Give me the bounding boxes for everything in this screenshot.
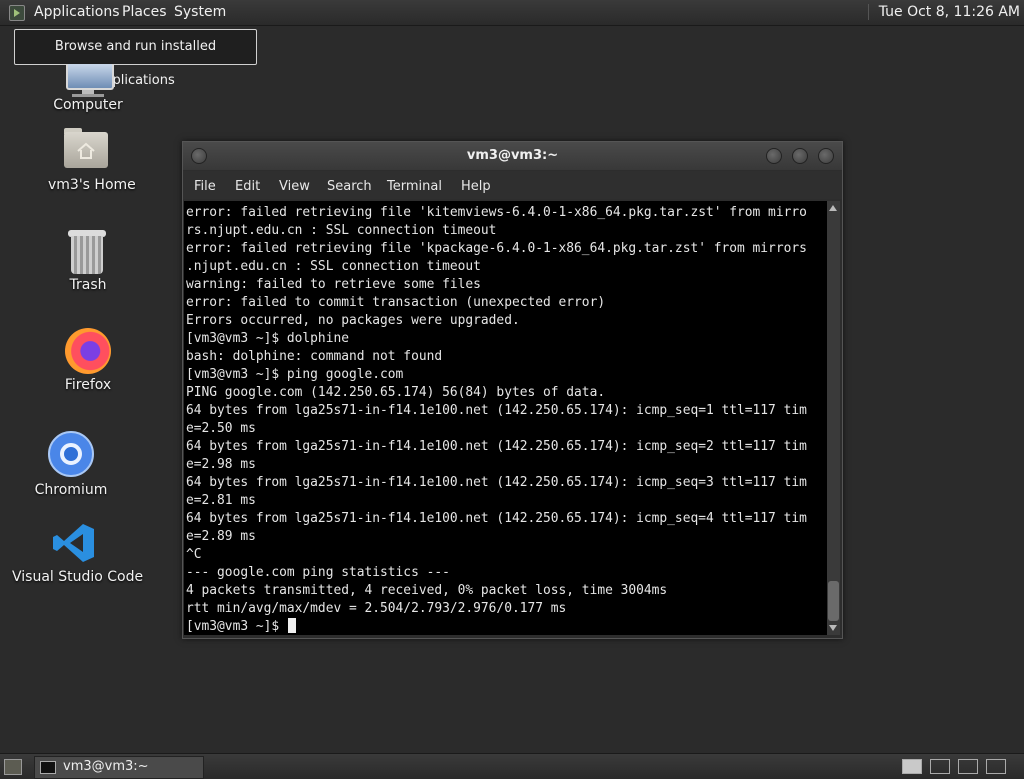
scroll-up-arrow-icon[interactable]	[829, 205, 837, 211]
trash-icon	[71, 236, 103, 274]
terminal-line: 64 bytes from lga25s71-in-f14.1e100.net …	[186, 403, 807, 418]
top-panel: Applications Places System Tue Oct 8, 11…	[0, 0, 1024, 26]
desktop-icon-home[interactable]: vm3's Home	[48, 128, 136, 198]
terminal-window[interactable]: vm3@vm3:~ File Edit View Search Terminal…	[182, 141, 843, 639]
terminal-line: rs.njupt.edu.cn : SSL connection timeout	[186, 223, 497, 238]
menu-applications[interactable]: Applications	[34, 4, 120, 20]
workspace-3[interactable]	[958, 759, 978, 774]
terminal-line: [vm3@vm3 ~]$ dolphine	[186, 331, 349, 346]
desktop-icon-label: vm3's Home	[48, 177, 136, 193]
applications-menu-icon[interactable]	[9, 5, 25, 21]
window-title: vm3@vm3:~	[466, 148, 559, 163]
vscode-icon	[53, 524, 94, 562]
terminal-line: Errors occurred, no packages were upgrad…	[186, 313, 520, 328]
terminal-line: e=2.98 ms	[186, 457, 256, 472]
terminal-line: 64 bytes from lga25s71-in-f14.1e100.net …	[186, 511, 807, 526]
scroll-thumb[interactable]	[828, 581, 839, 621]
firefox-icon	[65, 328, 111, 374]
menu-terminal[interactable]: Terminal	[387, 179, 442, 194]
menu-search[interactable]: Search	[327, 179, 372, 194]
menu-places[interactable]: Places	[122, 4, 167, 20]
terminal-line: e=2.50 ms	[186, 421, 256, 436]
terminal-line: 64 bytes from lga25s71-in-f14.1e100.net …	[186, 475, 807, 490]
terminal-line: [vm3@vm3 ~]$ ping google.com	[186, 367, 404, 382]
computer-icon	[66, 64, 114, 90]
terminal-prompt: [vm3@vm3 ~]$	[186, 619, 287, 634]
terminal-line: 64 bytes from lga25s71-in-f14.1e100.net …	[186, 439, 807, 454]
applications-tooltip: Browse and run installed applications	[14, 29, 257, 88]
clock[interactable]: Tue Oct 8, 11:26 AM	[867, 4, 1020, 20]
workspace-4[interactable]	[986, 759, 1006, 774]
terminal-line: rtt min/avg/max/mdev = 2.504/2.793/2.976…	[186, 601, 567, 616]
terminal-line: error: failed to commit transaction (une…	[186, 295, 606, 310]
terminal-line: PING google.com (142.250.65.174) 56(84) …	[186, 385, 606, 400]
terminal-line: e=2.81 ms	[186, 493, 256, 508]
desktop-icon-trash[interactable]: Trash	[53, 230, 123, 296]
menu-system[interactable]: System	[174, 4, 226, 20]
menu-edit[interactable]: Edit	[235, 179, 260, 194]
desktop-icon-label: Trash	[69, 277, 107, 293]
workspace-1[interactable]	[902, 759, 922, 774]
menu-view[interactable]: View	[279, 179, 310, 194]
desktop-icon-computer[interactable]: Computer	[53, 64, 123, 120]
close-icon[interactable]	[818, 148, 834, 164]
desktop-icon-label: Visual Studio Code	[12, 569, 144, 585]
terminal-line: e=2.89 ms	[186, 529, 256, 544]
terminal-menubar: File Edit View Search Terminal Help	[183, 171, 842, 199]
terminal-line: bash: dolphine: command not found	[186, 349, 443, 364]
menu-file[interactable]: File	[194, 179, 216, 194]
maximize-icon[interactable]	[792, 148, 808, 164]
scroll-down-arrow-icon[interactable]	[829, 625, 837, 631]
terminal-titlebar[interactable]: vm3@vm3:~	[183, 142, 842, 170]
terminal-line: error: failed retrieving file 'kitemview…	[186, 205, 807, 220]
desktop-icon-vscode[interactable]: Visual Studio Code	[12, 522, 143, 586]
bottom-panel: vm3@vm3:~	[0, 753, 1024, 779]
taskbar-item-terminal[interactable]: vm3@vm3:~	[34, 756, 204, 779]
text-cursor	[287, 618, 296, 633]
menu-help[interactable]: Help	[461, 179, 491, 194]
show-desktop-icon[interactable]	[4, 759, 22, 775]
terminal-line: error: failed retrieving file 'kpackage-…	[186, 241, 807, 256]
terminal-line: warning: failed to retrieve some files	[186, 277, 481, 292]
terminal-line: --- google.com ping statistics ---	[186, 565, 450, 580]
desktop-icon-label: Computer	[53, 97, 123, 113]
workspace-2[interactable]	[930, 759, 950, 774]
house-icon	[77, 142, 95, 159]
desktop-icon-label: Chromium	[34, 482, 108, 498]
terminal-line: 4 packets transmitted, 4 received, 0% pa…	[186, 583, 668, 598]
desktop-icon-firefox[interactable]: Firefox	[65, 328, 111, 394]
desktop-icon-chromium[interactable]: Chromium	[35, 431, 107, 498]
terminal-output[interactable]: error: failed retrieving file 'kitemview…	[184, 201, 827, 635]
terminal-line: .njupt.edu.cn : SSL connection timeout	[186, 259, 481, 274]
terminal-line: ^C	[186, 547, 202, 562]
terminal-icon	[40, 761, 56, 774]
taskbar-item-label: vm3@vm3:~	[63, 759, 149, 774]
desktop-icon-label: Firefox	[64, 377, 112, 393]
minimize-icon[interactable]	[766, 148, 782, 164]
terminal-scrollbar[interactable]	[827, 201, 840, 635]
terminal-prompt-line[interactable]: [vm3@vm3 ~]$	[184, 618, 827, 635]
